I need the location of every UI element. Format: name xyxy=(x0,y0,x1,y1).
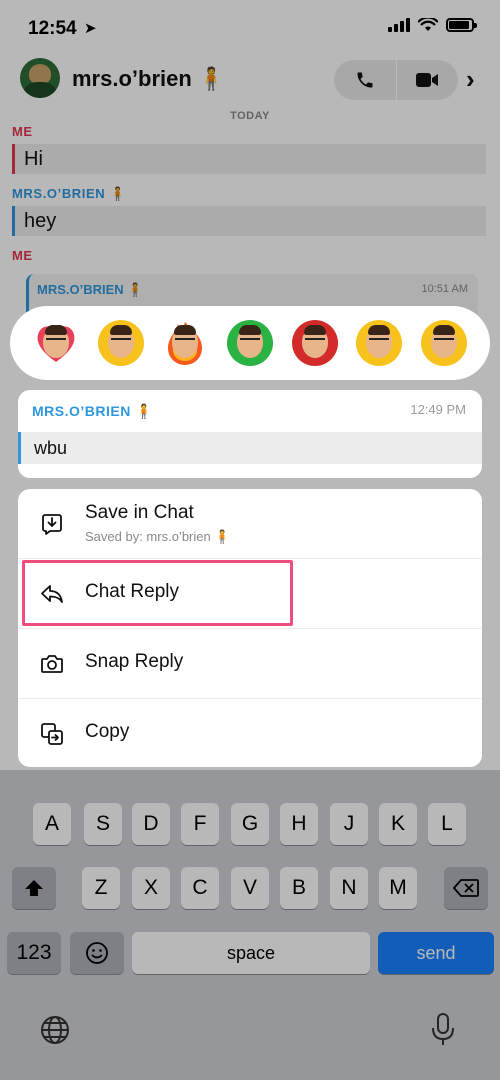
message-text: wbu xyxy=(18,432,482,464)
reaction-crying[interactable] xyxy=(356,320,403,366)
reaction-thumbs-down[interactable] xyxy=(291,320,338,366)
reaction-thumbs-up[interactable] xyxy=(226,320,273,366)
message-sender: MRS.O’BRIEN 🧍 xyxy=(32,403,154,419)
selected-message: MRS.O’BRIEN 🧍 12:49 PM wbu xyxy=(18,390,482,478)
reaction-bar xyxy=(10,306,490,380)
reaction-fire[interactable] xyxy=(162,320,208,366)
copy-option[interactable]: Copy xyxy=(18,699,482,767)
save-in-chat-label: Save in Chat xyxy=(85,502,194,523)
save-icon xyxy=(42,514,62,535)
copy-icon xyxy=(41,723,63,745)
copy-label: Copy xyxy=(85,721,130,742)
reaction-shocked[interactable] xyxy=(420,320,467,366)
snap-reply-option[interactable]: Snap Reply xyxy=(18,629,482,699)
message-action-menu: Save in Chat Saved by: mrs.o’brien 🧍 Cha… xyxy=(18,489,482,767)
reaction-laughing[interactable] xyxy=(97,320,144,366)
saved-by-label: Saved by: mrs.o’brien 🧍 xyxy=(85,529,231,544)
camera-icon xyxy=(41,655,63,673)
snap-reply-label: Snap Reply xyxy=(85,651,184,672)
message-time: 12:49 PM xyxy=(410,402,466,417)
reaction-heart[interactable] xyxy=(33,320,79,366)
highlight-box xyxy=(22,560,293,626)
save-in-chat-option[interactable]: Save in Chat Saved by: mrs.o’brien 🧍 xyxy=(18,489,482,559)
